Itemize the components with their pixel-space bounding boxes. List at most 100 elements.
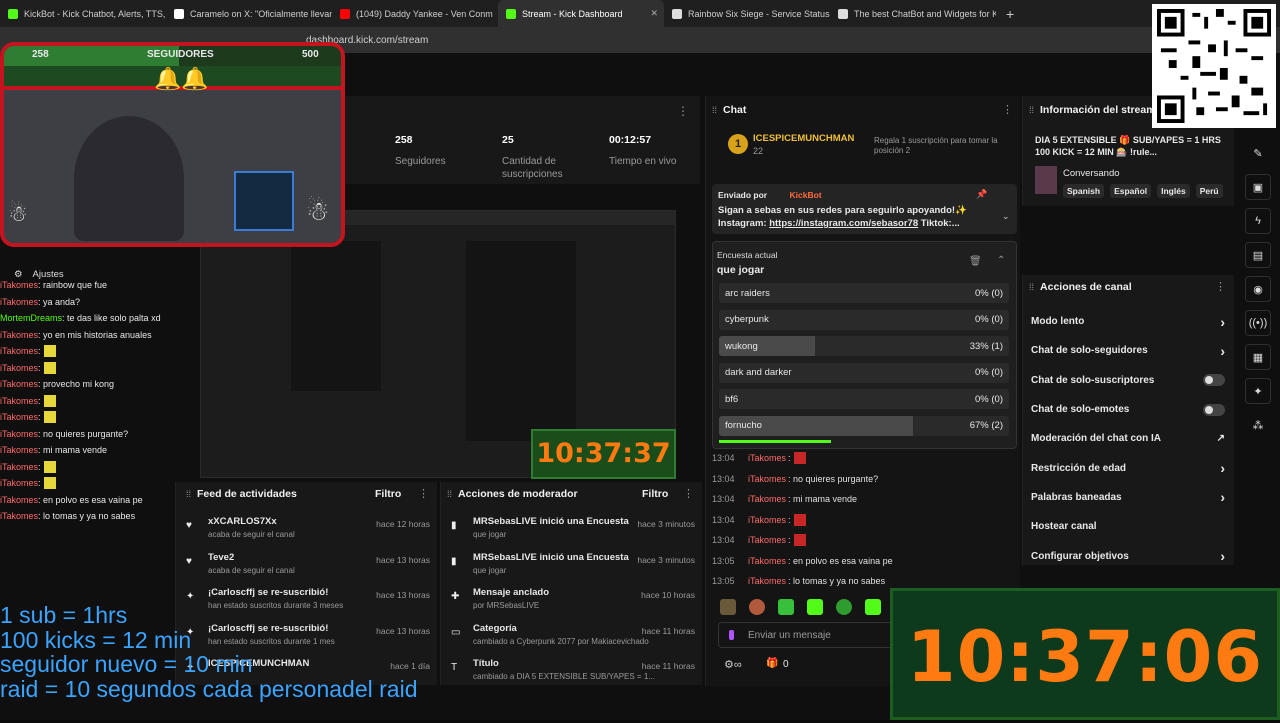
emote-icon[interactable] (720, 599, 736, 615)
drag-icon[interactable]: ⁞⁞ (712, 105, 717, 115)
emote-icon[interactable] (778, 599, 794, 615)
stats-menu-icon[interactable]: ⋮ (677, 104, 689, 118)
chat-username[interactable]: iTakomes (0, 379, 38, 389)
new-tab-button[interactable]: + (1006, 6, 1014, 22)
chat-username[interactable]: iTakomes (0, 429, 38, 439)
emote-picker-icon[interactable] (729, 630, 734, 640)
feed-item[interactable]: T Título cambiado a DIA 5 EXTENSIBLE SUB/Y… (441, 658, 703, 694)
browser-tab[interactable]: Rainbow Six Siege - Service Status | U (664, 0, 830, 27)
browser-tab[interactable]: The best ChatBot and Widgets for Ki (830, 0, 996, 27)
poll-option[interactable]: dark and darker 0% (0) (719, 362, 1009, 383)
channel-action-row[interactable]: Configurar objetivos › (1031, 541, 1235, 570)
broadcast-icon[interactable]: ((•)) (1245, 310, 1271, 336)
chat-username[interactable]: iTakomes (0, 478, 38, 488)
poll-option[interactable]: wukong 33% (1) (719, 336, 1009, 357)
channel-actions-menu-icon[interactable]: ⋮ (1215, 280, 1226, 293)
chat-username[interactable]: iTakomes (748, 474, 786, 484)
chat-bubble-icon[interactable]: ◉ (1245, 276, 1271, 302)
pinned-message: Enviado por KickBot 📌 ⌄ Sigan a sebas en… (712, 184, 1017, 234)
channel-action-row[interactable]: Restricción de edad › (1031, 453, 1235, 482)
drag-icon[interactable]: ⁞⁞ (1029, 105, 1034, 115)
emote-icon[interactable] (836, 599, 852, 615)
chevron-up-icon[interactable]: ⌃ (997, 255, 1005, 266)
feed-item[interactable]: ✚ Mensaje anclado por MRSebasLIVE hace 10 h… (441, 587, 703, 623)
chat-username[interactable]: iTakomes (0, 511, 38, 521)
poll-option[interactable]: bf6 0% (0) (719, 389, 1009, 410)
chat-username[interactable]: iTakomes (0, 445, 38, 455)
chat-text: : en polvo es esa vaina pe (788, 555, 893, 566)
channel-action-row[interactable]: Chat de solo-seguidores › (1031, 336, 1235, 365)
feed-item[interactable]: ▭ Categoría cambiado a Cyberpunk 2077 por … (441, 623, 703, 659)
top-gifter-name[interactable]: ICESPICEMUNCHMAN (753, 133, 854, 144)
drag-icon[interactable]: ⁞⁞ (447, 489, 452, 499)
pinned-link[interactable]: https://instagram.com/sebasor78 (769, 218, 918, 229)
emote-icon (793, 513, 806, 526)
toggle-switch[interactable] (1203, 374, 1225, 387)
chat-username[interactable]: iTakomes (0, 495, 38, 505)
add-widget-icon[interactable]: ⁂ (1245, 412, 1271, 438)
emote-icon[interactable] (749, 599, 765, 615)
channel-action-row[interactable]: Moderación del chat con IA ↗ (1031, 424, 1235, 453)
gift-icon[interactable]: 🎁 (766, 658, 778, 669)
pin-icon[interactable]: 📌 (976, 189, 987, 200)
channel-action-row[interactable]: Modo lento › (1031, 307, 1235, 336)
toggle-switch[interactable] (1203, 403, 1225, 416)
chat-input[interactable]: Enviar un mensaje (718, 622, 898, 648)
feed-item[interactable]: ♥ xXCARLOS7Xx acaba de seguir el canal hace… (176, 516, 438, 552)
settings-icon[interactable]: ⚙∞ (724, 658, 742, 671)
chat-username[interactable]: iTakomes (0, 280, 38, 290)
activity-menu-icon[interactable]: ⋮ (418, 487, 429, 500)
feed-item[interactable]: ♥ Teve2 acaba de seguir el canal hace 13 ho… (176, 552, 438, 588)
tag-pill[interactable]: Spanish (1063, 184, 1105, 198)
bolt-icon[interactable]: ϟ (1245, 208, 1271, 234)
chat-username[interactable]: iTakomes (748, 556, 786, 566)
chat-username[interactable]: iTakomes (748, 453, 786, 463)
chat-username[interactable]: iTakomes (748, 535, 786, 545)
mod-menu-icon[interactable]: ⋮ (683, 487, 694, 500)
tag-pill[interactable]: Español (1110, 184, 1152, 198)
poll-option[interactable]: cyberpunk 0% (0) (719, 309, 1009, 330)
poll-option-result: 0% (0) (975, 287, 1003, 299)
chat-username[interactable]: iTakomes (0, 363, 38, 373)
browser-tab[interactable]: Caramelo on X: "Oficialmente llevam (166, 0, 332, 27)
channel-action-row[interactable]: Palabras baneadas › (1031, 483, 1235, 512)
browser-tab[interactable]: KickBot - Kick Chatbot, Alerts, TTS, O (0, 0, 166, 27)
chat-username[interactable]: iTakomes (748, 576, 786, 586)
activity-filter-button[interactable]: Filtro (375, 488, 401, 500)
chat-username[interactable]: iTakomes (0, 462, 38, 472)
feed-item[interactable]: ▮ MRSebasLIVE inició una Encuesta que joga… (441, 516, 703, 552)
chat-menu-icon[interactable]: ⋮ (1002, 103, 1013, 116)
browser-tab[interactable]: Stream - Kick Dashboard ✕ (498, 0, 664, 27)
emote-icon[interactable] (865, 599, 881, 615)
frame-icon[interactable]: ▣ (1245, 174, 1271, 200)
drag-icon[interactable]: ⁞⁞ (186, 489, 191, 499)
channel-action-row[interactable]: Hostear canal (1031, 512, 1235, 541)
channel-action-row[interactable]: Chat de solo-suscriptores (1031, 366, 1235, 395)
chevron-down-icon[interactable]: ⌄ (1002, 211, 1010, 222)
emote-icon[interactable] (807, 599, 823, 615)
chat-username[interactable]: iTakomes (0, 412, 38, 422)
wrench-icon[interactable]: ✦ (1245, 378, 1271, 404)
chat-username[interactable]: iTakomes (0, 297, 38, 307)
edit-icon[interactable]: ✎ (1245, 140, 1271, 166)
poll-option[interactable]: fornucho 67% (2) (719, 415, 1009, 436)
url-field[interactable]: dashboard.kick.com/stream (300, 31, 1120, 49)
chat-username[interactable]: iTakomes (0, 330, 38, 340)
document-icon[interactable]: ▤ (1245, 242, 1271, 268)
browser-tab[interactable]: (1049) Daddy Yankee - Ven Conm (332, 0, 498, 27)
trash-icon[interactable]: 🗑 (969, 256, 982, 267)
close-tab-icon[interactable]: ✕ (650, 8, 658, 19)
tag-pill[interactable]: Inglés (1157, 184, 1190, 198)
drag-icon[interactable]: ⁞⁞ (1029, 282, 1034, 292)
poll-option[interactable]: arc raiders 0% (0) (719, 283, 1009, 303)
chat-username[interactable]: iTakomes (0, 346, 38, 356)
mod-filter-button[interactable]: Filtro (642, 488, 668, 500)
chat-username[interactable]: MortemDreams (0, 313, 62, 323)
chat-username[interactable]: iTakomes (748, 515, 786, 525)
chat-username[interactable]: iTakomes (0, 396, 38, 406)
layout-icon[interactable]: ▦ (1245, 344, 1271, 370)
chat-username[interactable]: iTakomes (748, 494, 786, 504)
channel-action-row[interactable]: Chat de solo-emotes (1031, 395, 1235, 424)
tag-pill[interactable]: Perú (1195, 184, 1223, 198)
feed-item[interactable]: ▮ MRSebasLIVE inició una Encuesta que joga… (441, 552, 703, 588)
